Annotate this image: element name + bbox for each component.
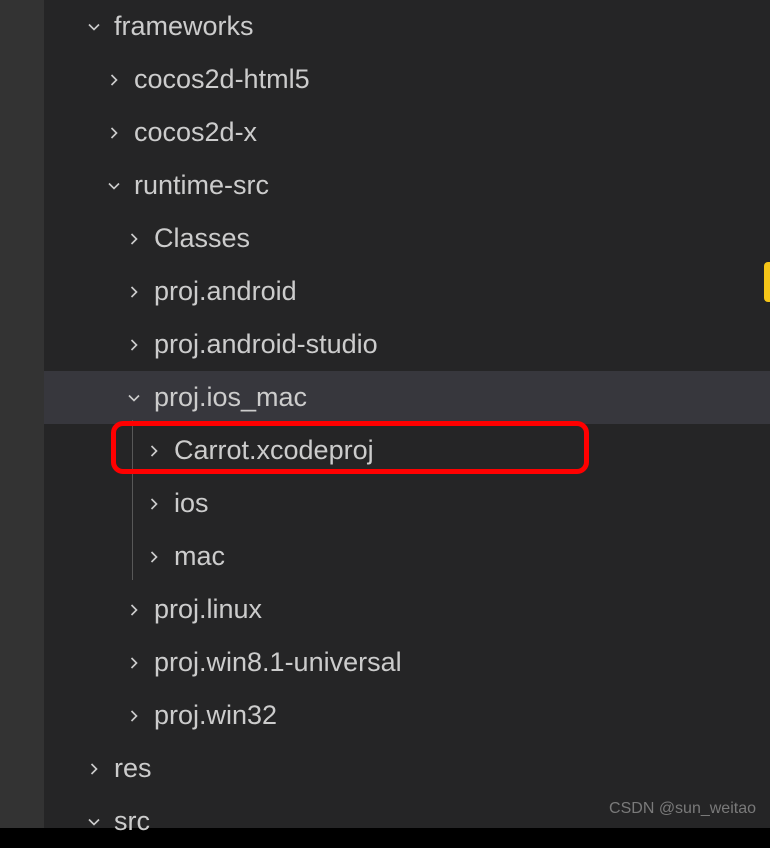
tree-folder-proj-linux[interactable]: proj.linux <box>44 583 770 636</box>
tree-folder-frameworks[interactable]: frameworks <box>44 0 770 53</box>
tree-label: mac <box>174 541 225 572</box>
chevron-right-icon <box>124 706 144 726</box>
tree-folder-ios[interactable]: ios <box>44 477 770 530</box>
chevron-right-icon <box>144 494 164 514</box>
tree-folder-proj-win81[interactable]: proj.win8.1-universal <box>44 636 770 689</box>
tree-label: Carrot.xcodeproj <box>174 435 374 466</box>
chevron-right-icon <box>84 759 104 779</box>
chevron-down-icon <box>84 812 104 832</box>
indent-guide <box>132 420 133 580</box>
tree-folder-proj-android-studio[interactable]: proj.android-studio <box>44 318 770 371</box>
tree-label: proj.ios_mac <box>154 382 307 413</box>
chevron-right-icon <box>124 600 144 620</box>
chevron-right-icon <box>104 70 124 90</box>
tree-label: cocos2d-x <box>134 117 257 148</box>
tree-folder-cocos2d-html5[interactable]: cocos2d-html5 <box>44 53 770 106</box>
chevron-right-icon <box>124 229 144 249</box>
tree-item-carrot-xcodeproj[interactable]: Carrot.xcodeproj <box>44 424 770 477</box>
tree-label: proj.win32 <box>154 700 277 731</box>
tree-folder-proj-android[interactable]: proj.android <box>44 265 770 318</box>
tree-label: frameworks <box>114 11 254 42</box>
chevron-down-icon <box>104 176 124 196</box>
tree-label: proj.android-studio <box>154 329 378 360</box>
tree-label: proj.linux <box>154 594 262 625</box>
watermark-text: CSDN @sun_weitao <box>609 800 756 818</box>
tree-label: runtime-src <box>134 170 269 201</box>
chevron-right-icon <box>124 335 144 355</box>
chevron-down-icon <box>84 17 104 37</box>
sidebar-strip <box>0 0 44 828</box>
chevron-right-icon <box>104 123 124 143</box>
tree-folder-runtime-src[interactable]: runtime-src <box>44 159 770 212</box>
tree-folder-mac[interactable]: mac <box>44 530 770 583</box>
chevron-right-icon <box>144 441 164 461</box>
tree-folder-res[interactable]: res <box>44 742 770 795</box>
file-tree: frameworks cocos2d-html5 cocos2d-x runti… <box>44 0 770 828</box>
tree-label: Classes <box>154 223 250 254</box>
emoji-annotation-peek <box>764 262 770 302</box>
tree-label: res <box>114 753 152 784</box>
tree-label: ios <box>174 488 209 519</box>
chevron-right-icon <box>124 653 144 673</box>
chevron-down-icon <box>124 388 144 408</box>
tree-label: cocos2d-html5 <box>134 64 310 95</box>
tree-folder-classes[interactable]: Classes <box>44 212 770 265</box>
tree-folder-cocos2d-x[interactable]: cocos2d-x <box>44 106 770 159</box>
tree-folder-proj-ios-mac[interactable]: proj.ios_mac <box>44 371 770 424</box>
chevron-right-icon <box>144 547 164 567</box>
tree-label: proj.android <box>154 276 297 307</box>
tree-label: src <box>114 806 150 837</box>
chevron-right-icon <box>124 282 144 302</box>
tree-label: proj.win8.1-universal <box>154 647 402 678</box>
tree-folder-proj-win32[interactable]: proj.win32 <box>44 689 770 742</box>
